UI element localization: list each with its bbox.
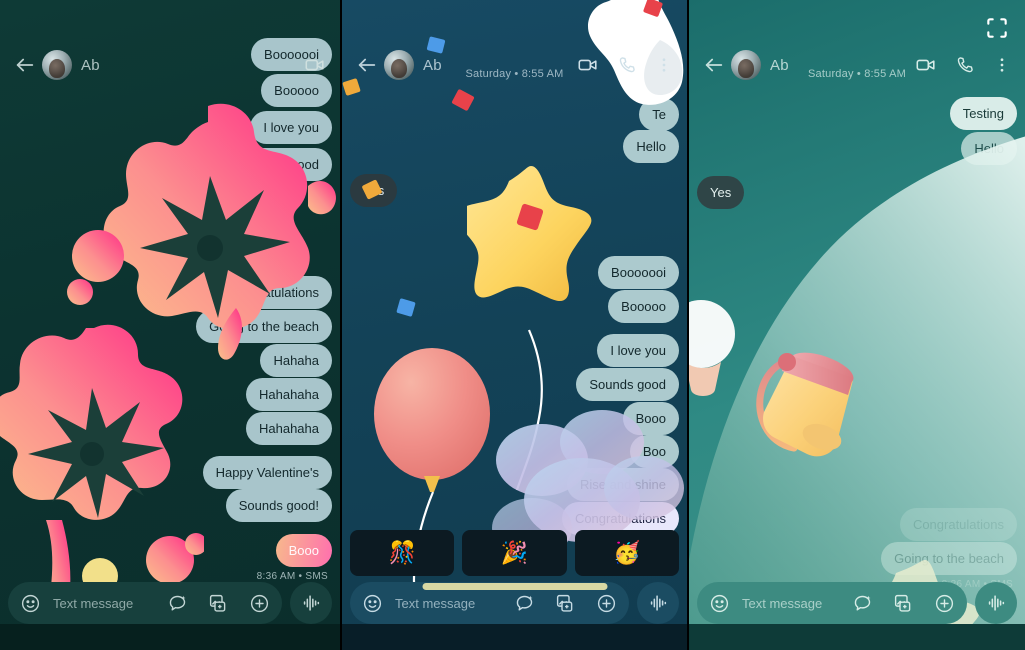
system-nav-bar (0, 624, 340, 650)
avatar[interactable] (42, 50, 72, 80)
header-middle: Ab Saturday • 8:55 AM (342, 0, 687, 96)
message-bubble[interactable]: Te (639, 98, 679, 131)
message-bubble[interactable]: Hahahaha (246, 412, 332, 445)
message-bubble[interactable]: Congratulations (214, 276, 332, 309)
message-bubble[interactable]: Hahahaha (246, 378, 332, 411)
message-bubble[interactable]: Hello (623, 130, 679, 163)
emoji-smiley-icon[interactable] (709, 593, 730, 614)
plus-circle-icon[interactable] (934, 593, 955, 614)
message-bubble[interactable]: Yes (697, 176, 745, 209)
message-bubble[interactable]: Booo (275, 534, 332, 567)
message-bubble[interactable]: Happy Valentine's (202, 456, 332, 489)
gallery-icon[interactable] (893, 593, 914, 614)
plus-circle-icon[interactable] (249, 593, 270, 614)
message-bubble[interactable]: Going to the beach (196, 310, 332, 343)
message-bubble[interactable]: Going to the beach (881, 542, 1017, 575)
message-bubble[interactable]: Sounds good! (225, 489, 332, 522)
message-bubble[interactable]: Congratulations (899, 508, 1017, 541)
message-bubble[interactable]: Booooooi (598, 256, 679, 289)
date-label: Saturday • 8:55 AM (808, 68, 906, 80)
contact-name: Ab (81, 56, 100, 74)
sticker-suggest-icon[interactable] (852, 593, 873, 614)
message-input-bar[interactable]: Text message (697, 582, 967, 624)
panel-right: Testing Hello Yes Congratulations Going … (689, 0, 1025, 650)
header-right: Ab Saturday • 8:55 AM (689, 0, 1025, 96)
system-nav-bar (342, 624, 687, 650)
date-label: Saturday • 8:55 AM (465, 68, 564, 80)
message-bubble[interactable]: Booo (622, 402, 679, 435)
message-bubble[interactable]: Rise and shine (567, 468, 679, 501)
message-thread-middle: Te Hello Yes Booooooi Booooo I love you … (342, 84, 687, 590)
message-bubble[interactable]: Hello (961, 132, 1017, 165)
gallery-icon[interactable] (555, 593, 576, 614)
voice-waveform-icon[interactable] (975, 582, 1017, 624)
sticker-party-popper[interactable]: 🎉 (462, 530, 567, 576)
message-thread-left: Booooooi Booooo I love you Sounds good C… (0, 38, 340, 590)
emoji-smiley-icon[interactable] (20, 593, 41, 614)
search-input[interactable]: Text message (395, 596, 514, 611)
sticker-suggest-icon[interactable] (514, 593, 535, 614)
sticker-party-character[interactable]: 🎊 (350, 530, 455, 576)
gallery-icon[interactable] (208, 593, 229, 614)
message-bubble[interactable]: I love you (597, 334, 679, 367)
system-nav-bar (689, 624, 1025, 650)
message-thread-right: Testing Hello Yes Congratulations Going … (689, 84, 1025, 590)
composer-right: Text message (689, 582, 1025, 624)
voice-waveform-icon[interactable] (637, 582, 679, 624)
message-bubble[interactable]: Hahaha (260, 344, 332, 377)
three-panel-comparison: Booooooi Booooo I love you Sounds good C… (0, 0, 1025, 650)
search-input[interactable]: Text message (742, 596, 852, 611)
message-bubble[interactable]: Sounds good (229, 148, 332, 181)
message-bubble[interactable]: Sounds good (576, 368, 679, 401)
emoji-smiley-icon[interactable] (362, 593, 383, 614)
back-arrow-icon[interactable] (10, 50, 40, 80)
home-indicator (422, 583, 607, 590)
sticker-party-face-emoji[interactable]: 🥳 (574, 530, 679, 576)
video-call-icon[interactable] (304, 54, 326, 76)
header-left: Ab (0, 0, 340, 96)
fullscreen-expand-icon[interactable] (981, 12, 1013, 44)
message-timestamp: 8:36 AM • SMS (256, 571, 328, 582)
sticker-suggestion-row: 🎊 🎉 🥳 (350, 530, 679, 576)
sticker-suggest-icon[interactable] (167, 593, 188, 614)
message-input-bar[interactable]: Text message (8, 582, 282, 624)
message-bubble[interactable]: Testing (949, 97, 1017, 130)
voice-waveform-icon[interactable] (290, 582, 332, 624)
message-bubble[interactable]: Boo (629, 435, 679, 468)
composer-left: Text message (0, 582, 340, 624)
plus-circle-icon[interactable] (596, 593, 617, 614)
search-input[interactable]: Text message (53, 596, 167, 611)
panel-middle: Te Hello Yes Booooooi Booooo I love you … (342, 0, 687, 650)
message-bubble[interactable]: Booooo (608, 290, 679, 323)
message-bubble[interactable]: I love you (250, 111, 332, 144)
panel-left: Booooooi Booooo I love you Sounds good C… (0, 0, 340, 650)
